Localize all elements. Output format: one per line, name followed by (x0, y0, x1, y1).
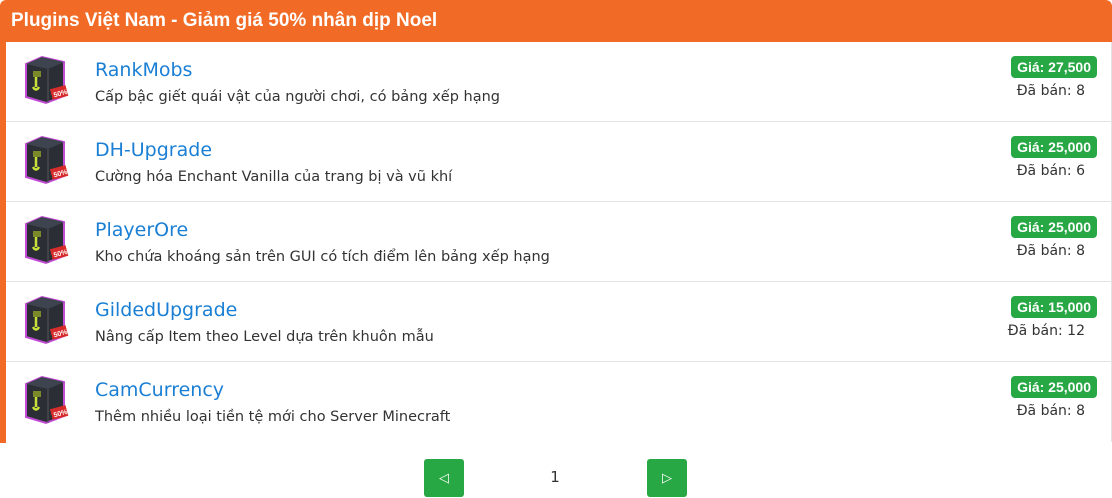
next-page-button[interactable]: ▷ (647, 459, 687, 497)
plugin-name-link[interactable]: DH-Upgrade (95, 139, 212, 161)
plugin-description: Cấp bậc giết quái vật của người chơi, có… (95, 89, 500, 105)
price-badge: Giá: 15,000 (1011, 296, 1097, 318)
price-badge: Giá: 25,000 (1011, 216, 1097, 238)
plugin-chest-icon: 50% (25, 215, 69, 265)
price-badge: Giá: 27,500 (1011, 56, 1097, 78)
plugin-chest-icon: 50% (25, 135, 69, 185)
sold-count: Đã bán: 8 (1016, 83, 1085, 99)
plugin-name-link[interactable]: GildedUpgrade (95, 299, 237, 321)
price-badge: Giá: 25,000 (1011, 136, 1097, 158)
price-badge: Giá: 25,000 (1011, 376, 1097, 398)
triangle-right-icon: ▷ (662, 470, 672, 486)
plugin-name-link[interactable]: RankMobs (95, 59, 192, 81)
pagination: ◁ 1 ▷ (0, 459, 1112, 497)
triangle-left-icon: ◁ (439, 470, 449, 486)
plugin-name-link[interactable]: PlayerOre (95, 219, 188, 241)
plugin-chest-icon: 50% (25, 55, 69, 105)
sold-count: Đã bán: 8 (1016, 403, 1085, 419)
panel-title: Plugins Việt Nam - Giảm giá 50% nhân dịp… (11, 10, 438, 31)
list-item[interactable]: 50% DH-Upgrade Cường hóa Enchant Vanilla… (6, 122, 1112, 202)
list-item[interactable]: 50% CamCurrency Thêm nhiều loại tiền tệ … (6, 362, 1112, 442)
plugin-description: Kho chứa khoáng sản trên GUI có tích điể… (95, 249, 550, 265)
list-item[interactable]: 50% GildedUpgrade Nâng cấp Item theo Lev… (6, 282, 1112, 362)
sold-count: Đã bán: 12 (1007, 323, 1085, 339)
panel-header: Plugins Việt Nam - Giảm giá 50% nhân dịp… (6, 0, 1112, 42)
sold-count: Đã bán: 6 (1016, 163, 1085, 179)
prev-page-button[interactable]: ◁ (424, 459, 464, 497)
list-item[interactable]: 50% PlayerOre Kho chứa khoáng sản trên G… (6, 202, 1112, 282)
current-page-number: 1 (550, 468, 560, 486)
plugin-name-link[interactable]: CamCurrency (95, 379, 224, 401)
plugin-description: Thêm nhiều loại tiền tệ mới cho Server M… (95, 409, 451, 425)
plugin-chest-icon: 50% (25, 375, 69, 425)
list-item[interactable]: 50% RankMobs Cấp bậc giết quái vật của n… (6, 42, 1112, 122)
plugin-list-panel: Plugins Việt Nam - Giảm giá 50% nhân dịp… (0, 0, 1112, 443)
sold-count: Đã bán: 8 (1016, 243, 1085, 259)
plugin-description: Cường hóa Enchant Vanilla của trang bị v… (95, 169, 453, 185)
plugin-description: Nâng cấp Item theo Level dựa trên khuôn … (95, 329, 434, 345)
plugin-chest-icon: 50% (25, 295, 69, 345)
